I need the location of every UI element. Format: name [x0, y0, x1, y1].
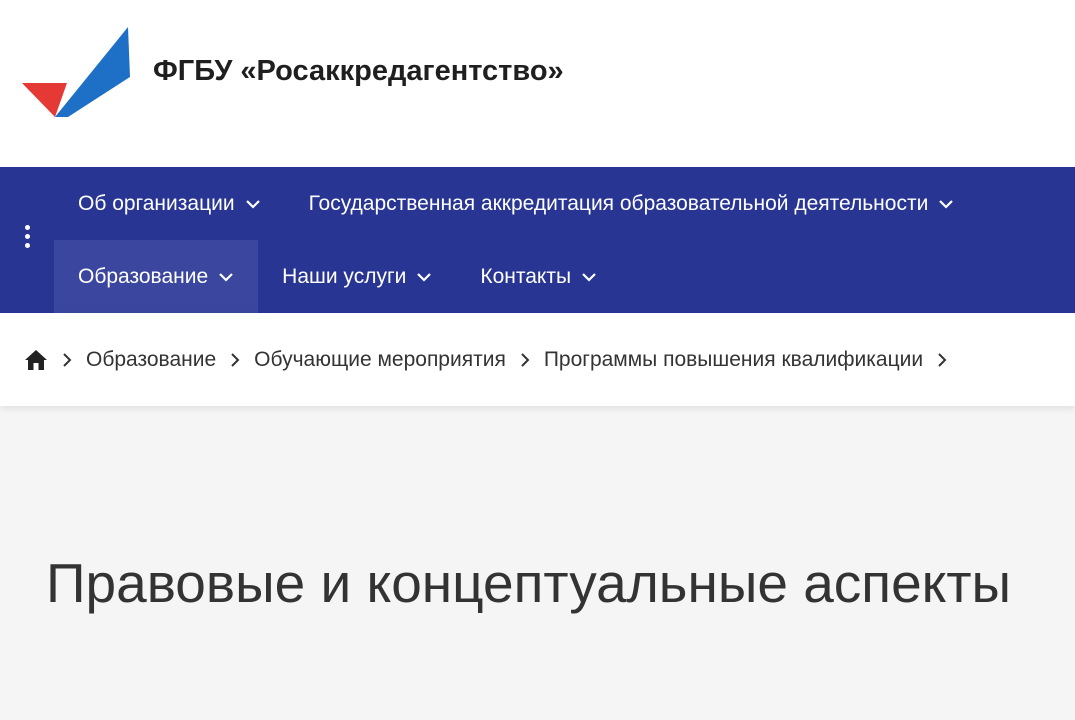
- chevron-down-icon: [939, 199, 954, 209]
- nav-item-label: Государственная аккредитация образовател…: [308, 191, 929, 215]
- nav-item-contacts[interactable]: Контакты: [456, 240, 621, 313]
- nav-item-services[interactable]: Наши услуги: [258, 240, 456, 313]
- chevron-down-icon: [245, 199, 260, 209]
- nav-item-label: Образование: [78, 264, 209, 288]
- logo-checkmark-icon[interactable]: [22, 27, 132, 119]
- more-menu-icon[interactable]: [18, 225, 36, 255]
- nav-item-education[interactable]: Образование: [54, 240, 259, 313]
- breadcrumb-item-education[interactable]: Образование: [86, 348, 216, 372]
- chevron-down-icon: [219, 272, 233, 282]
- site-header: ФГБУ «Росаккредагентство»: [0, 0, 1075, 167]
- home-icon[interactable]: [24, 349, 48, 371]
- page-title: Правовые и концептуальные аспекты: [46, 552, 1012, 614]
- breadcrumb: Образование Обучающие мероприятия Програ…: [0, 313, 1075, 406]
- nav-item-accreditation[interactable]: Государственная аккредитация образовател…: [285, 167, 979, 240]
- breadcrumb-item-programs[interactable]: Программы повышения квалификации: [544, 348, 923, 372]
- nav-item-label: Наши услуги: [282, 264, 407, 288]
- chevron-right-icon: [63, 352, 72, 367]
- chevron-right-icon: [938, 352, 947, 367]
- nav-row-1: Об организации Государственная аккредита…: [54, 167, 978, 240]
- nav-item-label: Об организации: [78, 191, 235, 215]
- chevron-down-icon: [417, 272, 432, 282]
- chevron-right-icon: [521, 352, 530, 367]
- nav-item-label: Контакты: [480, 264, 572, 288]
- main-content: Правовые и концептуальные аспекты: [0, 406, 1075, 720]
- nav-row-2: Образование Наши услуги Контакты: [54, 240, 621, 313]
- nav-item-about[interactable]: Об организации: [54, 167, 285, 240]
- chevron-down-icon: [582, 272, 596, 282]
- chevron-right-icon: [231, 352, 240, 367]
- org-title[interactable]: ФГБУ «Росаккредагентство»: [153, 55, 564, 88]
- breadcrumb-item-events[interactable]: Обучающие мероприятия: [254, 348, 506, 372]
- main-nav: Об организации Государственная аккредита…: [0, 167, 1075, 313]
